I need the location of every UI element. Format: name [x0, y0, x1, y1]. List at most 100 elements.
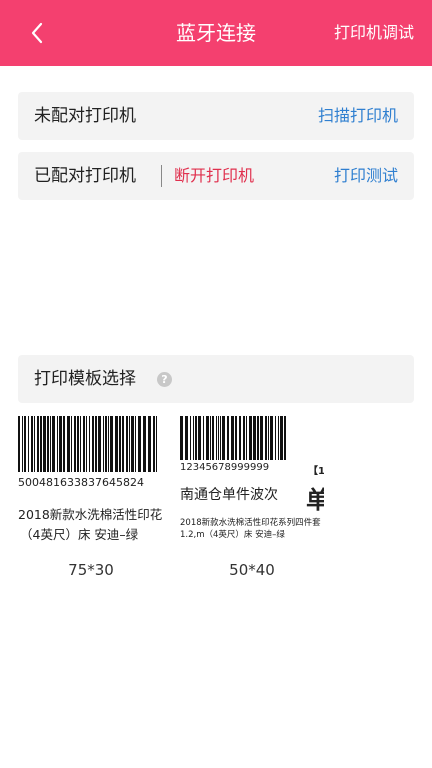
disconnect-printer-button[interactable]: 断开打印机 — [174, 152, 254, 200]
barcode-bar — [105, 416, 107, 472]
barcode-bar — [126, 416, 128, 472]
barcode-bar — [231, 416, 234, 460]
barcode-bar — [28, 416, 29, 472]
barcode-bar — [246, 416, 247, 460]
barcode-bar — [131, 416, 134, 472]
print-test-button[interactable]: 打印测试 — [334, 152, 398, 200]
product-spec-line: 1.2,m（4英尺）床 安迪–绿 — [180, 530, 285, 540]
barcode-bar — [180, 416, 183, 460]
barcode-bar — [138, 416, 141, 472]
large-glyph: 单 — [306, 486, 324, 514]
barcode-image — [180, 416, 286, 460]
barcode-bar — [270, 416, 273, 460]
template-preview: 500481633837645824 2018新款水洗棉活性印花 （4英尺）床 … — [18, 416, 164, 546]
barcode-bar — [24, 416, 26, 472]
barcode-bar — [218, 416, 219, 460]
barcode-bar — [253, 416, 256, 460]
barcode-bar — [220, 416, 221, 460]
template-preview: 12345678999999 【1( 南通仓单件波次 单 2018新款水洗棉活性… — [180, 416, 324, 546]
row-divider — [161, 165, 162, 187]
barcode-bar — [59, 416, 62, 472]
product-name-line: 2018新款水洗棉活性印花 — [18, 507, 163, 522]
barcode-bar — [212, 416, 214, 460]
barcode-image — [18, 416, 157, 472]
barcode-bar — [34, 416, 35, 472]
barcode-bar — [74, 416, 76, 472]
template-size-label: 75*30 — [68, 561, 114, 579]
help-icon[interactable]: ? — [157, 372, 172, 387]
barcode-bar — [257, 416, 259, 460]
barcode-bar — [156, 416, 157, 472]
paired-printer-label: 已配对打印机 — [34, 166, 136, 186]
barcode-bar — [222, 416, 225, 460]
header-bar: 蓝牙连接 打印机调试 — [0, 0, 432, 66]
barcode-bar — [153, 416, 155, 472]
barcode-bar — [206, 416, 209, 460]
barcode-bar — [243, 416, 245, 460]
barcode-bar — [18, 416, 20, 472]
barcode-bar — [50, 416, 51, 472]
product-name-line: 2018新款水洗棉活性印花系列四件套 — [180, 518, 321, 528]
barcode-bar — [119, 416, 121, 472]
printer-debug-button[interactable]: 打印机调试 — [334, 0, 414, 66]
barcode-bar — [43, 416, 46, 472]
barcode-bar — [227, 416, 229, 460]
barcode-bar — [265, 416, 267, 460]
barcode-bar — [103, 416, 104, 472]
barcode-bar — [57, 416, 58, 472]
barcode-bar — [98, 416, 101, 472]
barcode-bar — [95, 416, 97, 472]
template-size-label: 50*40 — [229, 561, 275, 579]
barcode-bar — [110, 416, 113, 472]
barcode-bar — [275, 416, 276, 460]
barcode-bar — [86, 416, 87, 472]
barcode-bar — [148, 416, 151, 472]
barcode-bar — [284, 416, 286, 460]
barcode-bar — [122, 416, 124, 472]
barcode-bar — [129, 416, 130, 472]
barcode-bar — [260, 416, 263, 460]
unpaired-printer-label: 未配对打印机 — [34, 106, 136, 126]
barcode-bar — [203, 416, 204, 460]
barcode-bar — [37, 416, 39, 472]
barcode-bar — [210, 416, 211, 460]
barcode-bar — [143, 416, 146, 472]
barcode-bar — [185, 416, 188, 460]
barcode-bar — [190, 416, 191, 460]
template-section-label: 打印模板选择 — [34, 369, 136, 389]
barcode-bar — [92, 416, 94, 472]
barcode-number: 12345678999999 — [180, 462, 270, 473]
barcode-bar — [195, 416, 197, 460]
barcode-bar — [22, 416, 23, 472]
barcode-bar — [216, 416, 217, 460]
barcode-bar — [249, 416, 252, 460]
barcode-bar — [31, 416, 33, 472]
template-option-75x30[interactable]: 500481633837645824 2018新款水洗棉活性印花 （4英尺）床 … — [18, 416, 164, 586]
barcode-bar — [83, 416, 85, 472]
unpaired-printer-row: 未配对打印机 扫描打印机 — [18, 92, 414, 140]
wave-label: 南通仓单件波次 — [180, 487, 278, 503]
paired-printer-row: 已配对打印机 断开打印机 打印测试 — [18, 152, 414, 200]
barcode-bar — [63, 416, 65, 472]
barcode-bar — [235, 416, 237, 460]
product-spec-line: （4英尺）床 安迪–绿 — [20, 527, 139, 542]
barcode-bar — [71, 416, 72, 472]
barcode-bar — [268, 416, 269, 460]
barcode-bar — [280, 416, 283, 460]
bracket-label: 【1( — [308, 466, 324, 477]
barcode-bar — [52, 416, 55, 472]
barcode-bar — [47, 416, 49, 472]
barcode-bar — [40, 416, 42, 472]
barcode-bar — [278, 416, 279, 460]
barcode-bar — [239, 416, 241, 460]
template-section-header: 打印模板选择 ? — [18, 355, 414, 403]
barcode-bar — [193, 416, 194, 460]
barcode-bar — [67, 416, 70, 472]
barcode-bar — [198, 416, 201, 460]
template-option-50x40[interactable]: 12345678999999 【1( 南通仓单件波次 单 2018新款水洗棉活性… — [180, 416, 324, 586]
barcode-bar — [115, 416, 118, 472]
barcode-bar — [89, 416, 90, 472]
scan-printer-button[interactable]: 扫描打印机 — [318, 92, 398, 140]
barcode-bar — [108, 416, 109, 472]
barcode-number: 500481633837645824 — [18, 476, 144, 489]
